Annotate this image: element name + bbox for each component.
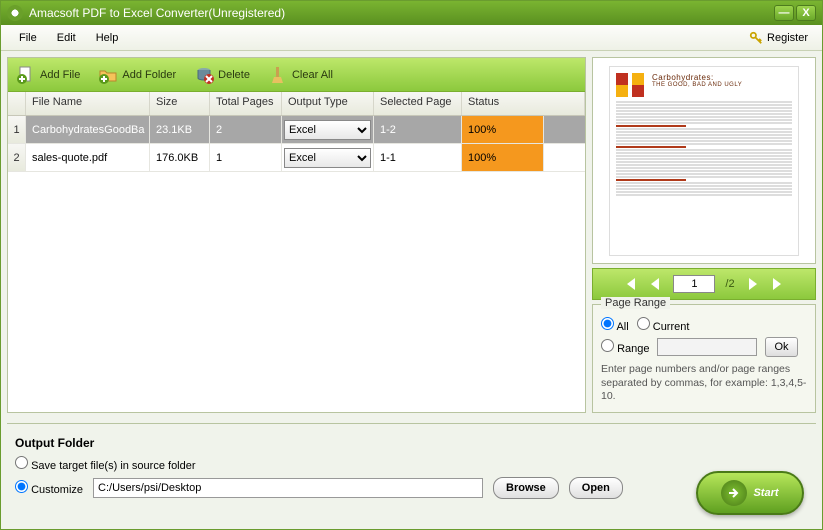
- cell-status: 100%: [462, 144, 544, 171]
- next-page-button[interactable]: [745, 276, 761, 292]
- th-size[interactable]: Size: [150, 92, 210, 115]
- th-file-name[interactable]: File Name: [26, 92, 150, 115]
- output-folder-heading: Output Folder: [15, 436, 808, 450]
- open-button[interactable]: Open: [569, 477, 623, 499]
- start-arrow-icon: [721, 480, 747, 506]
- preview-title-2: THE GOOD, BAD AND UGLY: [652, 82, 742, 88]
- page-input[interactable]: [673, 275, 715, 293]
- cell-total-pages: 1: [210, 144, 282, 171]
- range-current-option[interactable]: Current: [637, 317, 690, 333]
- add-folder-icon: [98, 65, 118, 85]
- cell-size: 23.1KB: [150, 116, 210, 143]
- divider: [7, 423, 816, 424]
- range-input[interactable]: [657, 338, 757, 356]
- file-table: File Name Size Total Pages Output Type S…: [8, 92, 585, 412]
- minimize-button[interactable]: —: [774, 5, 794, 21]
- browse-button[interactable]: Browse: [493, 477, 559, 499]
- right-pane: Carbohydrates: THE GOOD, BAD AND UGLY: [592, 57, 816, 413]
- app-logo-icon: [7, 5, 23, 21]
- cell-file-name: sales-quote.pdf: [26, 144, 150, 171]
- page-range-legend: Page Range: [601, 297, 670, 309]
- cell-selected-page: 1-1: [374, 144, 462, 171]
- register-button[interactable]: Register: [743, 27, 814, 49]
- range-range-option[interactable]: Range: [601, 339, 649, 355]
- preview-title-1: Carbohydrates:: [652, 73, 742, 82]
- page-total: /2: [725, 278, 734, 290]
- add-file-icon: [16, 65, 36, 85]
- table-header: File Name Size Total Pages Output Type S…: [8, 92, 585, 116]
- cell-file-name: CarbohydratesGoodBa: [26, 116, 150, 143]
- table-row[interactable]: 1 CarbohydratesGoodBa 23.1KB 2 Excel 1-2…: [8, 116, 585, 144]
- th-total-pages[interactable]: Total Pages: [210, 92, 282, 115]
- file-list-pane: Add File Add Folder Delete Clear All: [7, 57, 586, 413]
- cell-selected-page: 1-2: [374, 116, 462, 143]
- prev-page-button[interactable]: [647, 276, 663, 292]
- row-num: 1: [8, 116, 26, 143]
- th-status[interactable]: Status: [462, 92, 585, 115]
- delete-button[interactable]: Delete: [194, 65, 250, 85]
- delete-icon: [194, 65, 214, 85]
- range-all-option[interactable]: All: [601, 317, 629, 333]
- start-label: Start: [753, 487, 778, 499]
- menubar: File Edit Help Register: [1, 25, 822, 51]
- cell-total-pages: 2: [210, 116, 282, 143]
- pager: /2: [592, 268, 816, 300]
- window-title: Amacsoft PDF to Excel Converter(Unregist…: [29, 6, 774, 20]
- save-source-option[interactable]: Save target file(s) in source folder: [15, 456, 196, 472]
- menu-edit[interactable]: Edit: [47, 28, 86, 48]
- th-selected-page[interactable]: Selected Page: [374, 92, 462, 115]
- close-button[interactable]: X: [796, 5, 816, 21]
- menu-file[interactable]: File: [9, 28, 47, 48]
- cell-status: 100%: [462, 116, 544, 143]
- first-page-button[interactable]: [621, 276, 637, 292]
- add-file-button[interactable]: Add File: [16, 65, 80, 85]
- start-button[interactable]: Start: [696, 471, 804, 515]
- add-folder-button[interactable]: Add Folder: [98, 65, 176, 85]
- app-window: Amacsoft PDF to Excel Converter(Unregist…: [0, 0, 823, 530]
- key-icon: [749, 31, 763, 45]
- document-preview: Carbohydrates: THE GOOD, BAD AND UGLY: [609, 66, 799, 256]
- output-type-select[interactable]: Excel: [284, 120, 371, 140]
- preview-pane: Carbohydrates: THE GOOD, BAD AND UGLY: [592, 57, 816, 264]
- clear-all-button[interactable]: Clear All: [268, 65, 333, 85]
- cell-size: 176.0KB: [150, 144, 210, 171]
- range-hint: Enter page numbers and/or page ranges se…: [601, 363, 807, 404]
- row-num: 2: [8, 144, 26, 171]
- page-range-box: Page Range All Current Range Ok Enter pa…: [592, 304, 816, 413]
- toolbar: Add File Add Folder Delete Clear All: [8, 58, 585, 92]
- range-ok-button[interactable]: Ok: [765, 337, 797, 357]
- clear-all-icon: [268, 65, 288, 85]
- register-label: Register: [767, 32, 808, 44]
- output-type-select[interactable]: Excel: [284, 148, 371, 168]
- th-output-type[interactable]: Output Type: [282, 92, 374, 115]
- last-page-button[interactable]: [771, 276, 787, 292]
- customize-option[interactable]: Customize: [15, 480, 83, 496]
- output-path-input[interactable]: [93, 478, 483, 498]
- titlebar: Amacsoft PDF to Excel Converter(Unregist…: [1, 1, 822, 25]
- menu-help[interactable]: Help: [86, 28, 129, 48]
- table-row[interactable]: 2 sales-quote.pdf 176.0KB 1 Excel 1-1 10…: [8, 144, 585, 172]
